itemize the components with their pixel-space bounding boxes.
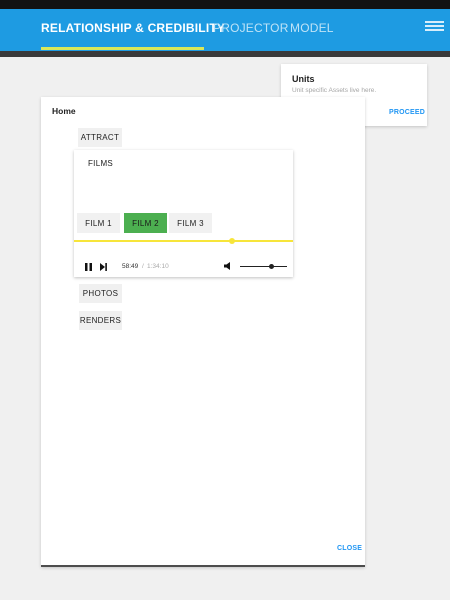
renders-button[interactable]: RENDERS — [79, 311, 122, 330]
photos-button[interactable]: PHOTOS — [79, 284, 122, 303]
active-tab-indicator — [41, 47, 204, 50]
progress-handle[interactable] — [228, 237, 235, 244]
close-button[interactable]: CLOSE — [337, 545, 362, 552]
home-title: Home — [52, 106, 76, 116]
tab-projector[interactable]: PROJECTOR — [213, 21, 289, 35]
volume-slider[interactable] — [240, 266, 287, 267]
pause-icon[interactable] — [84, 262, 93, 272]
skip-next-icon[interactable] — [99, 262, 108, 272]
units-card-subtitle: Unit specific Assets live here. — [292, 87, 377, 94]
proceed-button[interactable]: PROCEED — [389, 109, 425, 116]
tab-relationship-credibility[interactable]: RELATIONSHIP & CREDIBILITY — [41, 21, 225, 35]
tab-model[interactable]: MODEL — [290, 21, 334, 35]
time-separator: / — [142, 263, 144, 270]
film-1-tab[interactable]: FILM 1 — [77, 213, 120, 233]
film-2-tab[interactable]: FILM 2 — [124, 213, 167, 233]
films-label: FILMS — [88, 159, 114, 168]
status-bar — [0, 0, 450, 9]
film-3-tab[interactable]: FILM 3 — [169, 213, 212, 233]
total-time: 1:34:10 — [147, 263, 169, 270]
progress-bar[interactable] — [74, 240, 293, 242]
header-shadow — [0, 51, 450, 57]
current-time: 58:49 — [122, 263, 139, 270]
attract-button[interactable]: ATTRACT — [78, 128, 122, 147]
units-card-title: Units — [292, 74, 315, 84]
volume-icon[interactable] — [223, 261, 233, 271]
hamburger-icon[interactable] — [425, 19, 445, 33]
